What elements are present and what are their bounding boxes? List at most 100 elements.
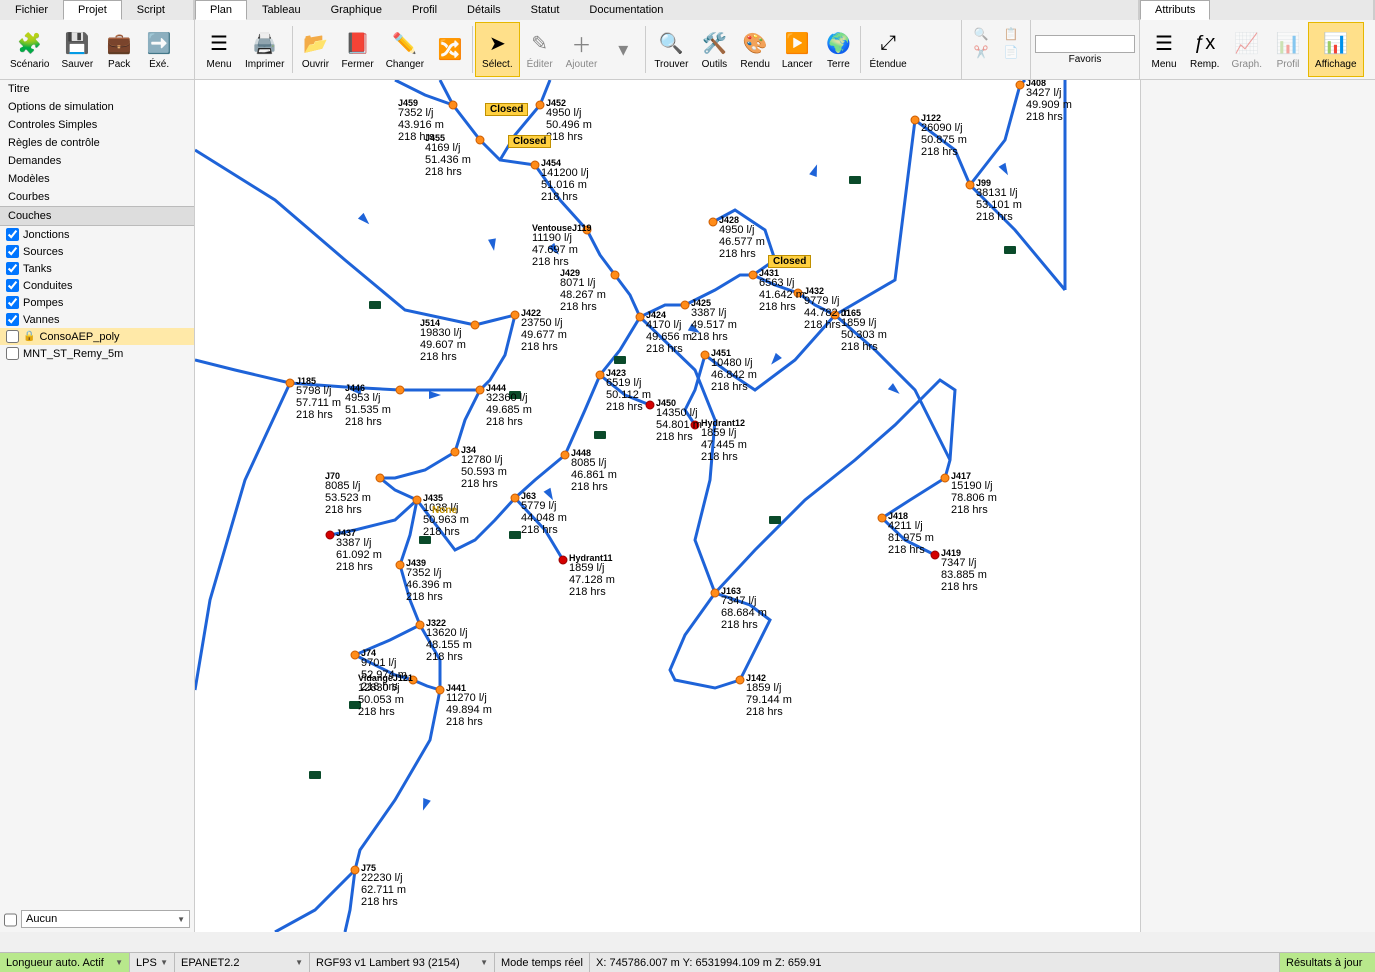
layer-check[interactable] bbox=[6, 347, 19, 360]
layer-check[interactable] bbox=[6, 296, 19, 309]
layer-consoaep_poly[interactable]: 🔒ConsoAEP_poly bbox=[0, 328, 194, 345]
tabs-left: FichierProjetScript bbox=[0, 0, 195, 20]
tree-règles-de-contrôle[interactable]: Règles de contrôle bbox=[0, 134, 194, 152]
affichage-button[interactable]: 📊Affichage bbox=[1308, 22, 1364, 77]
layer-tanks[interactable]: Tanks bbox=[0, 260, 194, 277]
outils-button[interactable]: 🛠️Outils bbox=[694, 22, 734, 77]
menu-button[interactable]: ☰Menu bbox=[199, 22, 239, 77]
layer-check[interactable] bbox=[6, 228, 19, 241]
left-bottom-check[interactable] bbox=[4, 912, 17, 928]
node-label-J122: J12226090 l/j50.875 m218 hrs bbox=[921, 114, 967, 158]
chevron-down-icon: ▼ bbox=[177, 915, 185, 924]
trouver-button[interactable]: 🔍Trouver bbox=[648, 22, 694, 77]
layer-mnt_st_remy_5m[interactable]: MNT_ST_Remy_5m bbox=[0, 345, 194, 362]
imprimer-button[interactable]: 🖨️Imprimer bbox=[239, 22, 290, 77]
Menu-icon: ☰ bbox=[205, 30, 233, 58]
tabs-right: Attributs bbox=[1140, 0, 1375, 20]
ouvrir-button[interactable]: 📂Ouvrir bbox=[295, 22, 335, 77]
node-label-VJ121: VidangeJ12112830 l/j50.053 m218 hrs bbox=[358, 674, 413, 718]
layers-header: Couches bbox=[0, 206, 194, 226]
layer-conduites[interactable]: Conduites bbox=[0, 277, 194, 294]
Outils-icon: 🛠️ bbox=[700, 30, 728, 58]
Pack-icon: 💼 bbox=[105, 30, 133, 58]
map-canvas[interactable]: J4597352 l/j43.916 m218 hrsJ4524950 l/j5… bbox=[195, 80, 1140, 932]
tab-statut[interactable]: Statut bbox=[516, 0, 575, 20]
tab-graphique[interactable]: Graphique bbox=[316, 0, 397, 20]
small-btn[interactable]: 🔍 bbox=[970, 26, 992, 42]
changer-button[interactable]: ✏️Changer bbox=[380, 22, 430, 77]
tab-fichier[interactable]: Fichier bbox=[0, 0, 63, 20]
Graph.-icon: 📈 bbox=[1233, 30, 1261, 58]
tab-plan[interactable]: Plan bbox=[195, 0, 247, 20]
node-label-J431: J4316563 l/j41.642 m218 hrs bbox=[759, 269, 805, 313]
sb-coords: X: 745786.007 m Y: 6531994.109 m Z: 659.… bbox=[590, 953, 1280, 972]
sb-engine[interactable]: EPANET2.2▼ bbox=[175, 953, 310, 972]
layer-jonctions[interactable]: Jonctions bbox=[0, 226, 194, 243]
sb-length[interactable]: Longueur auto. Actif▼ bbox=[0, 953, 130, 972]
tab-projet[interactable]: Projet bbox=[63, 0, 122, 20]
layer-pompes[interactable]: Pompes bbox=[0, 294, 194, 311]
tab-documentation[interactable]: Documentation bbox=[574, 0, 678, 20]
node-label-J437: J4373387 l/j61.092 m218 hrs bbox=[336, 529, 382, 573]
favoris-label: Favoris bbox=[1069, 54, 1102, 65]
tab-tableau[interactable]: Tableau bbox=[247, 0, 316, 20]
terre-button[interactable]: 🌍Terre bbox=[818, 22, 858, 77]
scénario-button[interactable]: 🧩Scénario bbox=[4, 22, 55, 77]
layer-check[interactable] bbox=[6, 279, 19, 292]
chevron-down-icon: ▼ bbox=[295, 958, 303, 967]
tree-modèles[interactable]: Modèles bbox=[0, 170, 194, 188]
layers-list: Jonctions Sources TanksConduitesPompesVann… bbox=[0, 226, 194, 362]
éxé.-button[interactable]: ➡️Éxé. bbox=[139, 22, 179, 77]
tree-courbes[interactable]: Courbes bbox=[0, 188, 194, 206]
pack-button[interactable]: 💼Pack bbox=[99, 22, 139, 77]
Imprimer-icon: 🖨️ bbox=[251, 30, 279, 58]
layer-check[interactable] bbox=[6, 245, 19, 258]
rendu-button[interactable]: 🎨Rendu bbox=[734, 22, 775, 77]
node-label-J34: J3412780 l/j50.593 m218 hrs bbox=[461, 446, 507, 490]
tree-options-de-simulation[interactable]: Options de simulation bbox=[0, 98, 194, 116]
btn-button[interactable]: 🔀 bbox=[430, 22, 470, 77]
chevron-down-icon: ▼ bbox=[115, 958, 123, 967]
tab-attributs[interactable]: Attributs bbox=[1140, 0, 1210, 20]
layer-name: Sources bbox=[23, 246, 63, 258]
left-bottom-value: Aucun bbox=[26, 913, 57, 925]
node-label-J185: J1855798 l/j57.711 m218 hrs bbox=[296, 377, 341, 421]
layer-check[interactable] bbox=[6, 330, 19, 343]
sb-crs[interactable]: RGF93 v1 Lambert 93 (2154)▼ bbox=[310, 953, 495, 972]
sauver-button[interactable]: 💾Sauver bbox=[55, 22, 99, 77]
remp.-button[interactable]: ƒxRemp. bbox=[1184, 22, 1225, 77]
small-btn[interactable]: ✂️ bbox=[970, 44, 992, 60]
sélect.-button[interactable]: ➤Sélect. bbox=[475, 22, 520, 77]
closed-tag: Closed bbox=[768, 255, 811, 268]
sb-unit[interactable]: LPS▼ bbox=[130, 953, 175, 972]
tab-script[interactable]: Script bbox=[122, 0, 180, 20]
left-bottom-dropdown[interactable]: Aucun ▼ bbox=[21, 910, 190, 928]
node-label-J439: J4397352 l/j46.396 m218 hrs bbox=[406, 559, 452, 603]
lancer-button[interactable]: ▶️Lancer bbox=[776, 22, 819, 77]
tree-controles-simples[interactable]: Controles Simples bbox=[0, 116, 194, 134]
fermer-button[interactable]: 📕Fermer bbox=[335, 22, 379, 77]
étendue-button[interactable]: ⤢Étendue bbox=[863, 22, 912, 77]
Trouver-icon: 🔍 bbox=[657, 30, 685, 58]
layer-vannes[interactable]: Vannes bbox=[0, 311, 194, 328]
chevron-down-icon: ▼ bbox=[480, 958, 488, 967]
node-label-J448: J4488085 l/j46.861 m218 hrs bbox=[571, 449, 617, 493]
node-label-J99: J9938131 l/j53.101 m218 hrs bbox=[976, 179, 1022, 223]
layer-check[interactable] bbox=[6, 313, 19, 326]
tree-demandes[interactable]: Demandes bbox=[0, 152, 194, 170]
node-label-H11: Hydrant111859 l/j47.128 m218 hrs bbox=[569, 554, 615, 598]
small-btn[interactable]: 📋 bbox=[1000, 26, 1022, 42]
éditer-button: ✎Éditer bbox=[520, 22, 560, 77]
layer-sources[interactable]: Sources bbox=[0, 243, 194, 260]
tab-profil[interactable]: Profil bbox=[397, 0, 452, 20]
favoris-dropdown[interactable] bbox=[1035, 35, 1135, 53]
layer-check[interactable] bbox=[6, 262, 19, 275]
Ouvrir-icon: 📂 bbox=[301, 30, 329, 58]
Affichage-icon: 📊 bbox=[1322, 30, 1350, 58]
tab-détails[interactable]: Détails bbox=[452, 0, 516, 20]
Profil-icon: 📊 bbox=[1274, 30, 1302, 58]
node-label-J514: J51419830 l/j49.607 m218 hrs bbox=[420, 319, 466, 363]
tree-titre[interactable]: Titre bbox=[0, 80, 194, 98]
menu-button[interactable]: ☰Menu bbox=[1144, 22, 1184, 77]
small-btn[interactable]: 📄 bbox=[1000, 44, 1022, 60]
